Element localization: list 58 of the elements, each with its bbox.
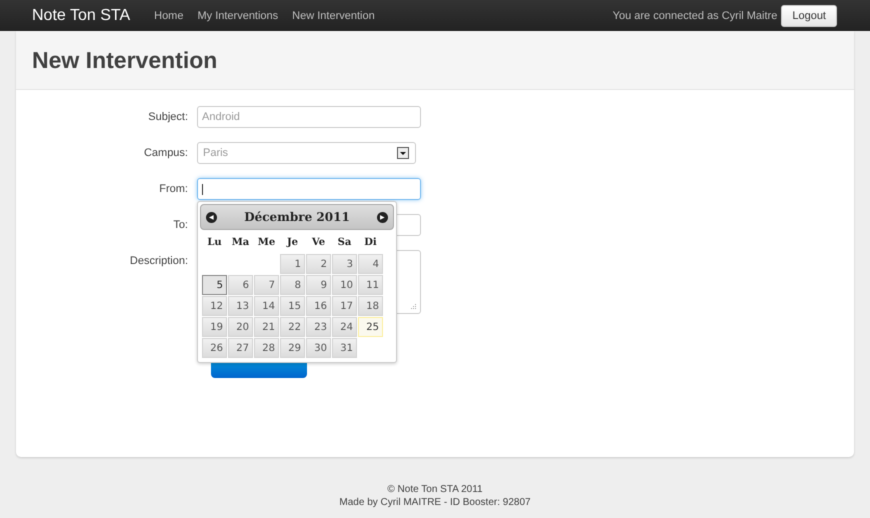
weekday-label: Ma bbox=[230, 236, 250, 250]
footer-text: © Note Ton STA 2011 bbox=[387, 484, 483, 495]
dropdown-icon bbox=[397, 147, 409, 159]
day-cell[interactable]: 24 bbox=[332, 317, 357, 337]
day-cell[interactable]: 15 bbox=[280, 296, 305, 316]
day-cell[interactable]: 10 bbox=[332, 275, 357, 295]
day-cell[interactable]: 19 bbox=[202, 317, 227, 337]
field-label: Campus: bbox=[142, 146, 189, 159]
day-cell[interactable]: 16 bbox=[306, 296, 331, 316]
footer-text: Made by Cyril MAITRE - ID Booster: 92807 bbox=[339, 497, 531, 508]
nav-link[interactable]: Home bbox=[154, 10, 184, 22]
day-cell[interactable]: 9 bbox=[306, 275, 331, 295]
nav-link[interactable]: My Interventions bbox=[197, 10, 278, 22]
day-cell[interactable]: 14 bbox=[254, 296, 279, 316]
day-cell[interactable]: 5 bbox=[202, 275, 227, 295]
day-cell[interactable]: 26 bbox=[202, 338, 227, 358]
field-label: Description: bbox=[128, 254, 189, 267]
logout-button[interactable]: Logout bbox=[781, 4, 837, 26]
day-cell[interactable]: 7 bbox=[254, 275, 279, 295]
day-cell[interactable]: 11 bbox=[358, 275, 383, 295]
day-cell[interactable]: 20 bbox=[228, 317, 253, 337]
day-cell[interactable]: 17 bbox=[332, 296, 357, 316]
weekday-label: Me bbox=[256, 236, 276, 250]
weekday-label: Lu bbox=[206, 236, 223, 250]
field-placeholder: Android bbox=[202, 111, 240, 123]
weekday-label: Sa bbox=[336, 236, 352, 250]
field-label: To: bbox=[172, 218, 189, 231]
day-cell[interactable]: 21 bbox=[254, 317, 279, 337]
day-cell[interactable]: 27 bbox=[228, 338, 253, 358]
day-cell[interactable]: 31 bbox=[332, 338, 357, 358]
day-cell[interactable]: 18 bbox=[358, 296, 383, 316]
day-cell[interactable]: 22 bbox=[280, 317, 305, 337]
day-cell[interactable]: 28 bbox=[254, 338, 279, 358]
day-cell[interactable]: 30 bbox=[306, 338, 331, 358]
day-cell[interactable]: 2 bbox=[306, 254, 331, 274]
field-label: Subject: bbox=[147, 110, 189, 123]
user-status: You are connected as Cyril Maitre bbox=[612, 10, 778, 22]
nav-link[interactable]: New Intervention bbox=[292, 10, 375, 22]
day-cell[interactable]: 1 bbox=[280, 254, 305, 274]
text-cursor bbox=[202, 184, 203, 194]
day-cell[interactable]: 3 bbox=[332, 254, 357, 274]
weekday-label: Di bbox=[363, 236, 378, 250]
text-field[interactable] bbox=[197, 178, 421, 200]
weekday-label: Je bbox=[285, 236, 300, 250]
day-cell[interactable]: 29 bbox=[280, 338, 305, 358]
select-value: Paris bbox=[203, 147, 228, 159]
day-cell[interactable]: 23 bbox=[306, 317, 331, 337]
day-cell[interactable]: 25 bbox=[358, 317, 383, 337]
day-cell[interactable]: 8 bbox=[280, 275, 305, 295]
field-label: From: bbox=[158, 182, 189, 195]
weekday-label: Ve bbox=[310, 236, 326, 250]
page-title: New Intervention bbox=[32, 46, 218, 74]
day-cell[interactable]: 12 bbox=[202, 296, 227, 316]
brand-link[interactable]: Note Ton STA bbox=[32, 6, 130, 24]
month-title: Décembre 2011 bbox=[244, 210, 350, 224]
day-cell[interactable]: 6 bbox=[228, 275, 253, 295]
day-cell[interactable]: 4 bbox=[358, 254, 383, 274]
day-cell[interactable]: 13 bbox=[228, 296, 253, 316]
